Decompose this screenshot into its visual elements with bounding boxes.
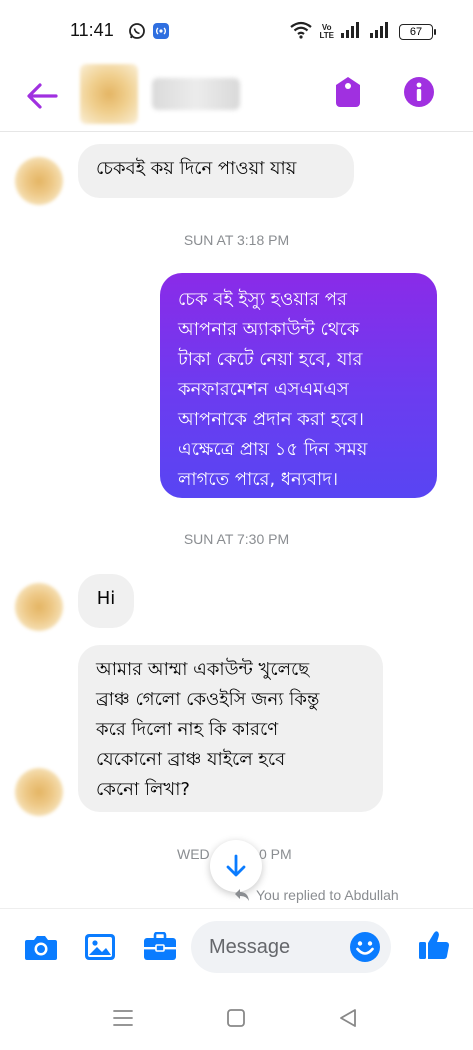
replied-text: You replied to Abdullah [256,887,399,903]
message-line: কনফারমেশন এসএমএস [178,379,349,400]
arrow-left-icon [27,83,58,109]
timestamp: SUN AT 3:18 PM [183,232,290,248]
back-nav-button[interactable] [332,1002,364,1034]
image-icon [85,934,115,960]
composer-bar [0,908,473,986]
message-incoming[interactable]: আমার আম্মা একাউন্ট খুলেছে ব্রাঞ্চ গেলো ক… [78,645,383,812]
emoji-icon [350,932,380,962]
message-input[interactable] [209,921,349,973]
battery-icon: 67 [399,24,436,40]
tag-icon [336,77,360,107]
message-line: চেক বই ইস্যু হওয়ার পর [178,289,347,310]
message-input-container[interactable] [191,921,391,973]
camera-button[interactable] [23,929,59,965]
home-square-icon [227,1009,245,1027]
wifi-icon [290,21,313,43]
replied-note: You replied to Abdullah [234,887,399,903]
timestamp-left: WED [177,846,210,862]
hotspot-icon [152,22,170,44]
status-right-icons: Vo LTE 67 [290,21,436,43]
briefcase-button[interactable] [142,929,178,965]
like-button[interactable] [416,927,452,963]
message-line: আমার আম্মা একাউন্ট খুলেছে [96,659,310,680]
status-left-icons [128,22,170,44]
system-nav-bar [0,988,473,1050]
message-line: ব্রাঞ্চ গেলো কেওইসি জন্য কিন্তু [96,689,320,710]
message-line: আপনার অ্যাকাউন্ট থেকে [178,319,360,340]
status-time: 11:41 [70,20,114,40]
scroll-to-bottom-button[interactable] [210,840,262,892]
message-line: আপনাকে প্রদান করা হবে। [178,409,364,430]
sender-avatar[interactable] [15,157,63,205]
menu-icon [113,1010,133,1026]
back-triangle-icon [340,1009,356,1027]
contact-name-blurred[interactable] [152,78,240,110]
message-incoming[interactable]: চেকবই কয় দিনে পাওয়া যায় [78,144,354,198]
signal-icon-2 [370,22,392,42]
info-icon [404,77,434,107]
signal-icon-1 [341,22,363,42]
message-line: টাকা কেটে নেয়া হবে, যার [178,349,363,370]
info-button[interactable] [401,74,437,110]
message-incoming[interactable]: Hi [78,574,134,628]
whatsapp-icon [128,22,146,44]
gallery-button[interactable] [82,929,118,965]
message-text: চেকবই কয় দিনে পাওয়া যায় [96,158,297,179]
emoji-button[interactable] [349,931,381,963]
back-button[interactable] [22,76,62,116]
timestamp: SUN AT 7:30 PM [183,531,290,547]
camera-icon [25,936,57,960]
recent-apps-button[interactable] [107,1002,139,1034]
message-text: Hi [96,588,116,609]
arrow-down-icon [226,854,246,877]
sender-avatar[interactable] [15,768,63,816]
briefcase-icon [144,932,176,960]
reply-icon [235,889,249,901]
tag-button[interactable] [330,74,366,110]
status-bar: 11:41 Vo LTE 67 [0,0,473,60]
contact-avatar[interactable] [80,64,138,124]
message-line: কেনো লিখা? [96,779,190,800]
message-line: করে দিলো নাহ কি কারণে [96,719,279,740]
sender-avatar[interactable] [15,583,63,631]
message-outgoing[interactable]: চেক বই ইস্যু হওয়ার পর আপনার অ্যাকাউন্ট … [160,273,437,498]
chat-header [0,60,473,132]
message-line: লাগতে পারে, ধন্যবাদ। [178,469,339,490]
message-line: যেকোনো ব্রাঞ্চ যাইলে হবে [96,749,286,770]
timestamp-right: 0 PM [259,846,292,862]
thumbs-up-icon [419,931,450,959]
volte-indicator: Vo LTE [319,23,334,40]
message-line: এক্ষেত্রে প্রায় ১৫ দিন সময় [178,439,368,460]
battery-level: 67 [409,26,423,38]
home-button[interactable] [220,1002,252,1034]
